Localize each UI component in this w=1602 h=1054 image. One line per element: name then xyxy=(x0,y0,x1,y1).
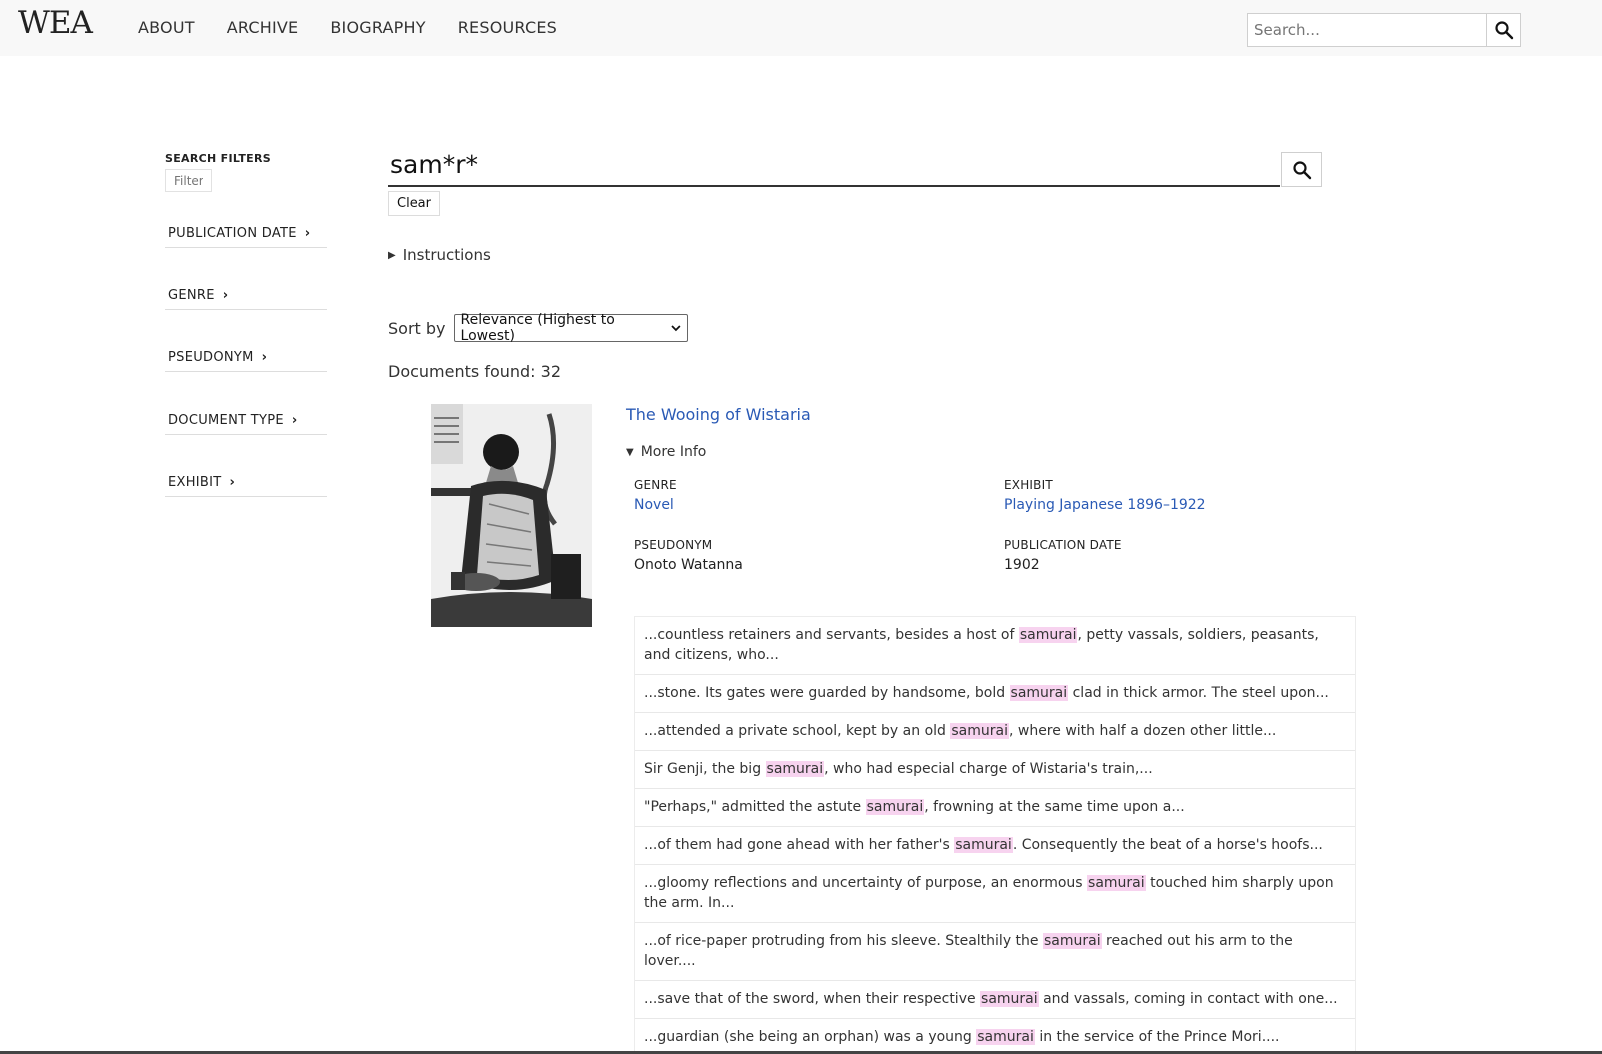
exhibit-value-link[interactable]: Playing Japanese 1896–1922 xyxy=(1004,497,1206,513)
search-hit-highlight: samurai xyxy=(865,799,925,815)
snippet-text: in the service of the Prince Mori.... xyxy=(1034,1029,1280,1045)
snippet-row: ...of them had gone ahead with her fathe… xyxy=(635,827,1355,865)
more-info-toggle[interactable]: ▼ More Info xyxy=(626,444,706,460)
triangle-right-icon: ▶ xyxy=(388,249,396,261)
nav-resources[interactable]: RESOURCES xyxy=(458,18,557,37)
facet-exhibit[interactable]: EXHIBIT › xyxy=(165,475,327,497)
snippet-text: ...stone. Its gates were guarded by hand… xyxy=(644,685,1010,701)
snippet-text: ...gloomy reflections and uncertainty of… xyxy=(644,875,1088,891)
search-icon xyxy=(1292,160,1311,179)
snippet-text: ...guardian (she being an orphan) was a … xyxy=(644,1029,977,1045)
genre-label: GENRE xyxy=(634,478,677,492)
facet-label: GENRE xyxy=(168,288,215,303)
nav-archive[interactable]: ARCHIVE xyxy=(227,18,299,37)
search-hit-highlight: samurai xyxy=(954,837,1013,853)
exhibit-label: EXHIBIT xyxy=(1004,478,1053,492)
result-thumbnail[interactable] xyxy=(431,404,592,627)
snippet-row: ...save that of the sword, when their re… xyxy=(635,981,1355,1019)
search-hit-highlight: samurai xyxy=(1087,875,1146,891)
instructions-toggle[interactable]: ▶ Instructions xyxy=(388,246,491,264)
snippet-row: ...gloomy reflections and uncertainty of… xyxy=(635,865,1355,923)
main-search-input[interactable] xyxy=(388,144,1280,187)
facet-document-type[interactable]: DOCUMENT TYPE › xyxy=(165,413,327,435)
facet-label: PUBLICATION DATE xyxy=(168,226,297,241)
search-hit-highlight: samurai xyxy=(1009,685,1069,701)
top-navigation-bar: WEA ABOUT ARCHIVE BIOGRAPHY RESOURCES xyxy=(0,0,1602,56)
clear-button[interactable]: Clear xyxy=(388,191,440,216)
nav-biography[interactable]: BIOGRAPHY xyxy=(330,18,425,37)
site-search-input[interactable] xyxy=(1247,13,1487,47)
facet-pseudonym[interactable]: PSEUDONYM › xyxy=(165,350,327,372)
snippet-row: "Perhaps," admitted the astute samurai, … xyxy=(635,789,1355,827)
snippet-text: , who had especial charge of Wistaria's … xyxy=(824,761,1153,777)
snippet-text: clad in thick armor. The steel upon... xyxy=(1068,685,1329,701)
snippet-text: ...of rice-paper protruding from his sle… xyxy=(644,933,1043,949)
snippet-text: , frowning at the same time upon a... xyxy=(924,799,1185,815)
filter-input[interactable] xyxy=(165,169,212,192)
search-hit-highlight: samurai xyxy=(1018,627,1078,643)
snippet-row: ...of rice-paper protruding from his sle… xyxy=(635,923,1355,981)
search-filters-sidebar: SEARCH FILTERS PUBLICATION DATE› GENRE› … xyxy=(165,152,327,497)
snippet-text: . Consequently the beat of a horse's hoo… xyxy=(1012,837,1323,853)
main-search-button[interactable] xyxy=(1281,152,1322,187)
chevron-down-icon xyxy=(671,325,681,332)
main-nav: ABOUT ARCHIVE BIOGRAPHY RESOURCES xyxy=(138,18,589,37)
genre-value-link[interactable]: Novel xyxy=(634,497,674,513)
sort-label: Sort by xyxy=(388,318,446,338)
documents-found-count: Documents found: 32 xyxy=(388,362,562,381)
snippet-row: Sir Genji, the big samurai, who had espe… xyxy=(635,751,1355,789)
snippet-text: and vassals, coming in contact with one.… xyxy=(1038,991,1338,1007)
publication-date-label: PUBLICATION DATE xyxy=(1004,538,1122,552)
search-icon xyxy=(1494,21,1513,40)
snippet-text: ...save that of the sword, when their re… xyxy=(644,991,981,1007)
facet-publication-date[interactable]: PUBLICATION DATE › xyxy=(165,226,327,248)
facet-label: EXHIBIT xyxy=(168,475,222,490)
search-hit-highlight: samurai xyxy=(950,723,1009,739)
snippet-row: ...stone. Its gates were guarded by hand… xyxy=(635,675,1355,713)
chevron-right-icon: › xyxy=(229,475,236,490)
search-hit-highlight: samurai xyxy=(1043,933,1102,949)
chevron-right-icon: › xyxy=(291,413,298,428)
instructions-label: Instructions xyxy=(402,246,491,264)
nav-about[interactable]: ABOUT xyxy=(138,18,195,37)
sort-select[interactable]: Relevance (Highest to Lowest) xyxy=(453,312,688,344)
sort-selected-value: Relevance (Highest to Lowest) xyxy=(460,312,615,344)
newspaper-illustration-image xyxy=(431,404,592,627)
snippet-text: ...countless retainers and servants, bes… xyxy=(644,627,1019,643)
result-title-link[interactable]: The Wooing of Wistaria xyxy=(626,405,811,424)
chevron-right-icon: › xyxy=(261,350,268,365)
snippet-text: , where with half a dozen other little..… xyxy=(1008,723,1277,739)
search-hit-highlight: samurai xyxy=(765,761,825,777)
chevron-right-icon: › xyxy=(304,226,311,241)
facet-label: DOCUMENT TYPE xyxy=(168,413,284,428)
chevron-right-icon: › xyxy=(222,288,229,303)
snippet-row: ...guardian (she being an orphan) was a … xyxy=(635,1019,1355,1054)
triangle-down-icon: ▼ xyxy=(626,446,634,458)
search-hit-highlight: samurai xyxy=(980,991,1039,1007)
snippet-text: ...attended a private school, kept by an… xyxy=(644,723,951,739)
search-hit-highlight: samurai xyxy=(976,1029,1035,1045)
keyword-in-context-list: ...countless retainers and servants, bes… xyxy=(634,616,1356,1054)
facet-label: PSEUDONYM xyxy=(168,350,254,365)
snippet-row: ...countless retainers and servants, bes… xyxy=(635,617,1355,675)
filters-title: SEARCH FILTERS xyxy=(165,152,271,165)
snippet-text: ...of them had gone ahead with her fathe… xyxy=(644,837,955,853)
site-logo[interactable]: WEA xyxy=(18,5,93,41)
snippet-row: ...attended a private school, kept by an… xyxy=(635,713,1355,751)
publication-date-value: 1902 xyxy=(1004,557,1040,573)
site-search-button[interactable] xyxy=(1486,13,1521,47)
snippet-text: Sir Genji, the big xyxy=(644,761,766,777)
sort-control: Sort by Relevance (Highest to Lowest) xyxy=(388,312,688,344)
pseudonym-value: Onoto Watanna xyxy=(634,557,743,573)
snippet-text: "Perhaps," admitted the astute xyxy=(644,799,866,815)
more-info-label: More Info xyxy=(640,444,707,460)
pseudonym-label: PSEUDONYM xyxy=(634,538,713,552)
facet-genre[interactable]: GENRE › xyxy=(165,288,327,310)
